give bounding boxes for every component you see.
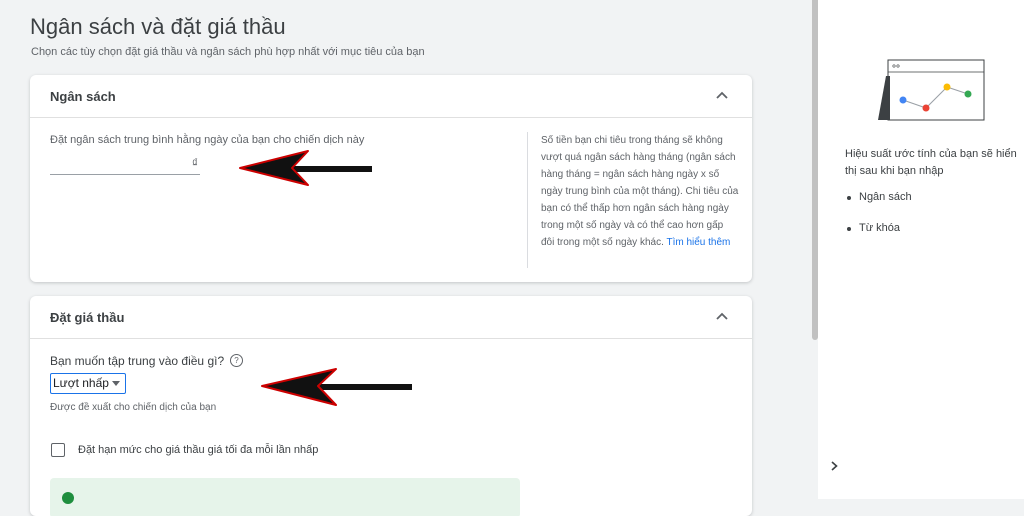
dropdown-caret-icon: [112, 381, 120, 386]
max-cpc-checkbox[interactable]: [51, 443, 65, 457]
budget-card-header[interactable]: Ngân sách: [30, 75, 752, 118]
currency-symbol: ₫: [191, 156, 198, 170]
list-item: Ngân sách: [845, 189, 912, 220]
arrow-left-icon: [239, 150, 372, 186]
learn-more-link[interactable]: Tìm hiểu thêm: [666, 237, 730, 248]
page-subtitle: Chọn các tùy chọn đặt giá thầu và ngân s…: [31, 46, 425, 58]
budget-help-body: Số tiền bạn chi tiêu trong tháng sẽ khôn…: [541, 135, 739, 248]
bidding-focus-question: Bạn muốn tập trung vào điều gì?: [50, 354, 225, 368]
budget-card-title: Ngân sách: [50, 89, 116, 104]
sidebar-panel: Hiệu suất ước tính của bạn sẽ hiển thị s…: [818, 0, 1024, 499]
bidding-card-header[interactable]: Đặt giá thầu: [30, 296, 752, 339]
vertical-divider: [527, 132, 528, 268]
budget-card: Ngân sách Đặt ngân sách trung bình hằng …: [30, 75, 752, 282]
bidding-focus-value: Lượt nhấp: [53, 376, 109, 390]
recommended-note: Được đề xuất cho chiến dịch của bạn: [50, 402, 217, 413]
chevron-up-icon[interactable]: [714, 88, 730, 104]
list-item: Từ khóa: [845, 220, 912, 251]
main-content: Ngân sách và đặt giá thầu Chọn các tùy c…: [0, 0, 812, 516]
budget-help-text: Số tiền bạn chi tiêu trong tháng sẽ khôn…: [541, 132, 739, 251]
daily-budget-input[interactable]: ₫: [50, 152, 200, 175]
bidding-focus-select[interactable]: Lượt nhấp: [50, 373, 126, 394]
max-cpc-checkbox-label[interactable]: Đặt hạn mức cho giá thầu giá tối đa mỗi …: [78, 444, 318, 456]
help-circle-icon[interactable]: ?: [230, 354, 243, 367]
performance-chart-illustration: [878, 59, 985, 121]
chevron-up-icon[interactable]: [714, 309, 730, 325]
bidding-card-title: Đặt giá thầu: [50, 310, 125, 325]
sidebar-description: Hiệu suất ước tính của bạn sẽ hiển thị s…: [845, 148, 1017, 177]
budget-label: Đặt ngân sách trung bình hằng ngày của b…: [50, 134, 365, 146]
chevron-right-icon[interactable]: [827, 459, 841, 473]
check-circle-icon: [62, 492, 74, 504]
arrow-left-icon: [261, 368, 412, 406]
info-banner: [50, 478, 520, 516]
sidebar-list: Ngân sách Từ khóa: [845, 189, 912, 251]
page-title: Ngân sách và đặt giá thầu: [30, 14, 286, 39]
